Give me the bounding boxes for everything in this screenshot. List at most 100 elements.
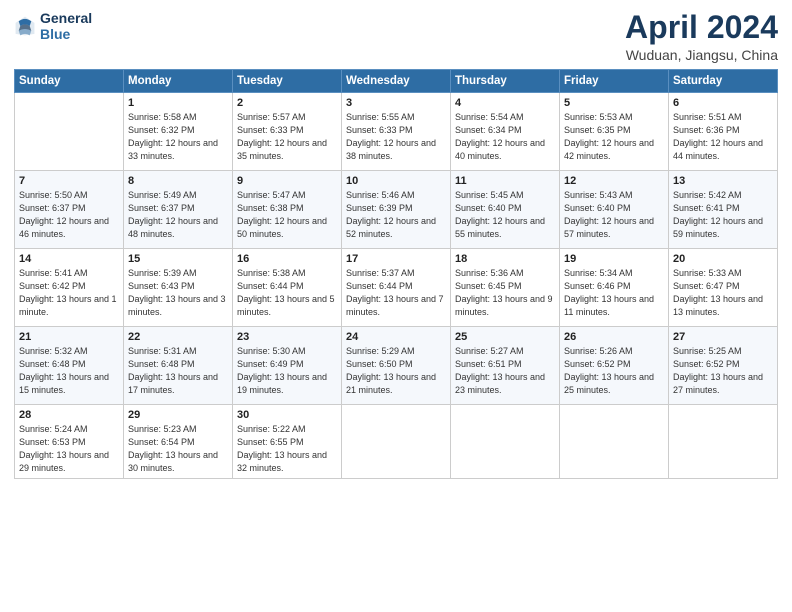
calendar-cell: 7 Sunrise: 5:50 AM Sunset: 6:37 PM Daylig… bbox=[15, 171, 124, 249]
calendar-cell: 13Sunrise: 5:42 AM Sunset: 6:41 PM Dayli… bbox=[669, 171, 778, 249]
day-info: Sunrise: 5:47 AM Sunset: 6:38 PM Dayligh… bbox=[237, 189, 337, 241]
calendar-cell: 28 Sunrise: 5:24 AM Sunset: 6:53 PM Dayli… bbox=[15, 405, 124, 479]
day-number: 18 bbox=[455, 253, 555, 265]
day-number: 16 bbox=[237, 253, 337, 265]
day-info: Sunrise: 5:31 AM Sunset: 6:48 PM Dayligh… bbox=[128, 345, 228, 397]
weekday-header-sunday: Sunday bbox=[15, 70, 124, 93]
day-info: Sunrise: 5:49 AM Sunset: 6:37 PM Dayligh… bbox=[128, 189, 228, 241]
day-number: 2 bbox=[237, 97, 337, 109]
main-title: April 2024 bbox=[625, 10, 778, 45]
calendar-week-5: 28 Sunrise: 5:24 AM Sunset: 6:53 PM Dayli… bbox=[15, 405, 778, 479]
day-number: 28 bbox=[19, 409, 119, 421]
day-info: Sunrise: 5:57 AM Sunset: 6:33 PM Dayligh… bbox=[237, 111, 337, 163]
day-number: 17 bbox=[346, 253, 446, 265]
day-info: Sunrise: 5:24 AM Sunset: 6:53 PM Dayligh… bbox=[19, 423, 119, 475]
calendar-cell: 10Sunrise: 5:46 AM Sunset: 6:39 PM Dayli… bbox=[342, 171, 451, 249]
calendar-cell: 20 Sunrise: 5:33 AM Sunset: 6:47 PM Dayli… bbox=[669, 249, 778, 327]
weekday-header-wednesday: Wednesday bbox=[342, 70, 451, 93]
logo: General Blue bbox=[14, 10, 92, 42]
day-number: 29 bbox=[128, 409, 228, 421]
header: General Blue April 2024 Wuduan, Jiangsu,… bbox=[14, 10, 778, 63]
calendar-cell: 2 Sunrise: 5:57 AM Sunset: 6:33 PM Daylig… bbox=[233, 93, 342, 171]
day-number: 6 bbox=[673, 97, 773, 109]
logo-icon bbox=[14, 15, 36, 37]
day-number: 20 bbox=[673, 253, 773, 265]
day-number: 15 bbox=[128, 253, 228, 265]
calendar-cell: 30 Sunrise: 5:22 AM Sunset: 6:55 PM Dayli… bbox=[233, 405, 342, 479]
weekday-header-saturday: Saturday bbox=[669, 70, 778, 93]
calendar-cell bbox=[342, 405, 451, 479]
calendar-cell: 19 Sunrise: 5:34 AM Sunset: 6:46 PM Dayli… bbox=[560, 249, 669, 327]
calendar-cell: 17 Sunrise: 5:37 AM Sunset: 6:44 PM Dayli… bbox=[342, 249, 451, 327]
day-info: Sunrise: 5:29 AM Sunset: 6:50 PM Dayligh… bbox=[346, 345, 446, 397]
calendar-cell: 9 Sunrise: 5:47 AM Sunset: 6:38 PM Daylig… bbox=[233, 171, 342, 249]
calendar-cell: 26Sunrise: 5:26 AM Sunset: 6:52 PM Dayli… bbox=[560, 327, 669, 405]
day-info: Sunrise: 5:38 AM Sunset: 6:44 PM Dayligh… bbox=[237, 267, 337, 319]
day-number: 19 bbox=[564, 253, 664, 265]
day-info: Sunrise: 5:51 AM Sunset: 6:36 PM Dayligh… bbox=[673, 111, 773, 163]
day-number: 11 bbox=[455, 175, 555, 187]
day-info: Sunrise: 5:26 AM Sunset: 6:52 PM Dayligh… bbox=[564, 345, 664, 397]
day-number: 14 bbox=[19, 253, 119, 265]
day-info: Sunrise: 5:39 AM Sunset: 6:43 PM Dayligh… bbox=[128, 267, 228, 319]
title-block: April 2024 Wuduan, Jiangsu, China bbox=[625, 10, 778, 63]
calendar-cell: 4 Sunrise: 5:54 AM Sunset: 6:34 PM Daylig… bbox=[451, 93, 560, 171]
day-number: 25 bbox=[455, 331, 555, 343]
day-info: Sunrise: 5:27 AM Sunset: 6:51 PM Dayligh… bbox=[455, 345, 555, 397]
day-number: 30 bbox=[237, 409, 337, 421]
day-info: Sunrise: 5:34 AM Sunset: 6:46 PM Dayligh… bbox=[564, 267, 664, 319]
calendar-cell: 1 Sunrise: 5:58 AM Sunset: 6:32 PM Daylig… bbox=[124, 93, 233, 171]
day-info: Sunrise: 5:22 AM Sunset: 6:55 PM Dayligh… bbox=[237, 423, 337, 475]
weekday-header-thursday: Thursday bbox=[451, 70, 560, 93]
calendar-cell bbox=[560, 405, 669, 479]
day-info: Sunrise: 5:36 AM Sunset: 6:45 PM Dayligh… bbox=[455, 267, 555, 319]
day-info: Sunrise: 5:43 AM Sunset: 6:40 PM Dayligh… bbox=[564, 189, 664, 241]
calendar-cell: 18 Sunrise: 5:36 AM Sunset: 6:45 PM Dayli… bbox=[451, 249, 560, 327]
day-number: 3 bbox=[346, 97, 446, 109]
day-info: Sunrise: 5:58 AM Sunset: 6:32 PM Dayligh… bbox=[128, 111, 228, 163]
day-info: Sunrise: 5:23 AM Sunset: 6:54 PM Dayligh… bbox=[128, 423, 228, 475]
day-number: 1 bbox=[128, 97, 228, 109]
day-number: 21 bbox=[19, 331, 119, 343]
day-number: 9 bbox=[237, 175, 337, 187]
day-info: Sunrise: 5:32 AM Sunset: 6:48 PM Dayligh… bbox=[19, 345, 119, 397]
calendar-cell: 27Sunrise: 5:25 AM Sunset: 6:52 PM Dayli… bbox=[669, 327, 778, 405]
calendar-cell: 16 Sunrise: 5:38 AM Sunset: 6:44 PM Dayli… bbox=[233, 249, 342, 327]
day-number: 24 bbox=[346, 331, 446, 343]
calendar-cell: 11 Sunrise: 5:45 AM Sunset: 6:40 PM Dayli… bbox=[451, 171, 560, 249]
calendar-cell bbox=[669, 405, 778, 479]
calendar-week-3: 14Sunrise: 5:41 AM Sunset: 6:42 PM Dayli… bbox=[15, 249, 778, 327]
page-container: General Blue April 2024 Wuduan, Jiangsu,… bbox=[0, 0, 792, 485]
weekday-header-friday: Friday bbox=[560, 70, 669, 93]
calendar-cell: 21 Sunrise: 5:32 AM Sunset: 6:48 PM Dayli… bbox=[15, 327, 124, 405]
calendar-week-4: 21 Sunrise: 5:32 AM Sunset: 6:48 PM Dayli… bbox=[15, 327, 778, 405]
day-number: 7 bbox=[19, 175, 119, 187]
day-info: Sunrise: 5:30 AM Sunset: 6:49 PM Dayligh… bbox=[237, 345, 337, 397]
calendar-cell: 8Sunrise: 5:49 AM Sunset: 6:37 PM Daylig… bbox=[124, 171, 233, 249]
day-info: Sunrise: 5:45 AM Sunset: 6:40 PM Dayligh… bbox=[455, 189, 555, 241]
day-info: Sunrise: 5:33 AM Sunset: 6:47 PM Dayligh… bbox=[673, 267, 773, 319]
day-number: 22 bbox=[128, 331, 228, 343]
weekday-header-tuesday: Tuesday bbox=[233, 70, 342, 93]
calendar-cell: 29 Sunrise: 5:23 AM Sunset: 6:54 PM Dayli… bbox=[124, 405, 233, 479]
day-info: Sunrise: 5:54 AM Sunset: 6:34 PM Dayligh… bbox=[455, 111, 555, 163]
day-info: Sunrise: 5:46 AM Sunset: 6:39 PM Dayligh… bbox=[346, 189, 446, 241]
calendar-cell: 12 Sunrise: 5:43 AM Sunset: 6:40 PM Dayli… bbox=[560, 171, 669, 249]
subtitle: Wuduan, Jiangsu, China bbox=[625, 47, 778, 63]
calendar-cell: 23Sunrise: 5:30 AM Sunset: 6:49 PM Dayli… bbox=[233, 327, 342, 405]
day-info: Sunrise: 5:42 AM Sunset: 6:41 PM Dayligh… bbox=[673, 189, 773, 241]
calendar-cell bbox=[15, 93, 124, 171]
calendar-week-2: 7 Sunrise: 5:50 AM Sunset: 6:37 PM Daylig… bbox=[15, 171, 778, 249]
day-info: Sunrise: 5:53 AM Sunset: 6:35 PM Dayligh… bbox=[564, 111, 664, 163]
day-number: 4 bbox=[455, 97, 555, 109]
calendar-cell: 25 Sunrise: 5:27 AM Sunset: 6:51 PM Dayli… bbox=[451, 327, 560, 405]
calendar-cell: 14Sunrise: 5:41 AM Sunset: 6:42 PM Dayli… bbox=[15, 249, 124, 327]
calendar-table: SundayMondayTuesdayWednesdayThursdayFrid… bbox=[14, 69, 778, 479]
weekday-header-row: SundayMondayTuesdayWednesdayThursdayFrid… bbox=[15, 70, 778, 93]
day-info: Sunrise: 5:25 AM Sunset: 6:52 PM Dayligh… bbox=[673, 345, 773, 397]
calendar-cell bbox=[451, 405, 560, 479]
calendar-cell: 22 Sunrise: 5:31 AM Sunset: 6:48 PM Dayli… bbox=[124, 327, 233, 405]
day-number: 12 bbox=[564, 175, 664, 187]
day-info: Sunrise: 5:37 AM Sunset: 6:44 PM Dayligh… bbox=[346, 267, 446, 319]
day-info: Sunrise: 5:50 AM Sunset: 6:37 PM Dayligh… bbox=[19, 189, 119, 241]
